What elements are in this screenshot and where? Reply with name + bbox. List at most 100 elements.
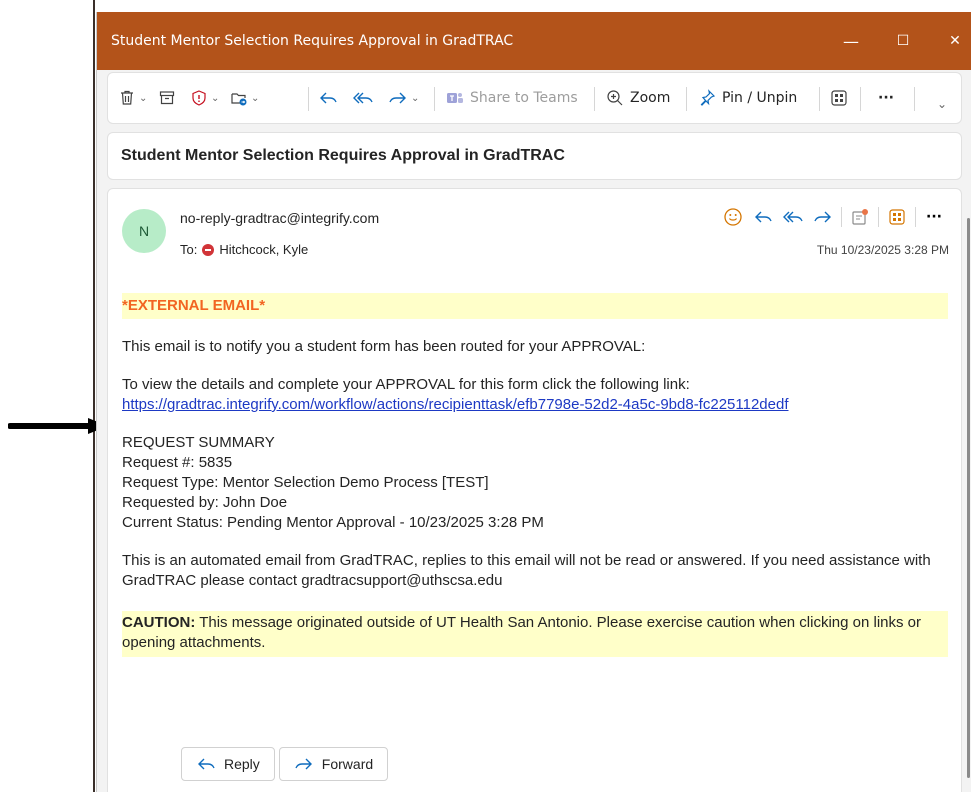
reply-icon [198,758,215,770]
minimize-button[interactable]: — [838,28,864,54]
message-card: N no-reply-gradtrac@integrify.com To: Hi… [107,188,962,792]
external-email-banner: *EXTERNAL EMAIL* [122,293,948,319]
chevron-down-icon: ⌄ [411,92,420,104]
forward-icon [295,758,312,770]
zoom-in-icon [607,90,623,106]
avatar[interactable]: N [122,209,166,253]
subject-header: Student Mentor Selection Requires Approv… [107,132,962,180]
chevron-down-icon: ⌄ [211,92,220,104]
recipient-line: To: Hitchcock, Kyle [180,242,308,257]
message-body: *EXTERNAL EMAIL* This email is to notify… [122,293,948,657]
current-status: Current Status: Pending Mentor Approval … [122,514,544,531]
window-title: Student Mentor Selection Requires Approv… [111,33,514,49]
scrollbar-thumb[interactable] [967,218,970,778]
forward-toolbar-button[interactable]: ⌄ [388,85,419,111]
maximize-button[interactable]: ☐ [890,28,916,54]
chevron-down-icon: ⌄ [251,92,260,104]
separator [594,87,595,111]
separator [686,87,687,111]
apps-button[interactable] [830,85,848,111]
folder-move-icon [231,93,247,106]
separator [819,87,820,111]
forward-message-button[interactable] [808,203,838,231]
delete-button[interactable]: ⌄ [118,85,147,111]
shield-icon [192,90,206,106]
message-actions: ··· [718,203,949,231]
background-edge [93,0,95,792]
pin-label: Pin / Unpin [722,90,798,106]
request-summary: REQUEST SUMMARY Request #: 5835 Request … [122,433,948,533]
request-number: Request #: 5835 [122,454,233,471]
window-open-icon [852,209,868,225]
forward-icon [814,211,831,223]
forward-button[interactable]: Forward [278,747,389,781]
received-timestamp: Thu 10/23/2025 3:28 PM [816,243,949,257]
reply-all-icon [353,92,373,104]
forward-icon [389,92,406,104]
archive-icon [159,91,175,105]
reply-toolbar-button[interactable] [318,85,338,111]
email-subject: Student Mentor Selection Requires Approv… [121,147,565,164]
separator [434,87,435,111]
reply-all-icon [783,211,803,223]
reply-icon [755,211,772,223]
open-in-new-window-button[interactable] [845,203,875,231]
ribbon-toolbar: ⌄ ⌄ ⌄ ⌄ Share to Teams Zoom Pin / Unpin … [107,72,962,124]
forward-label: Forward [321,756,374,772]
approval-link[interactable]: https://gradtrac.integrify.com/workflow/… [122,396,789,413]
pointer-arrow-icon [8,418,108,434]
sender-address[interactable]: no-reply-gradtrac@integrify.com [180,210,379,226]
message-more-button[interactable]: ··· [919,203,949,231]
requested-by: Requested by: John Doe [122,494,288,511]
separator [915,207,916,227]
pin-icon [700,89,716,106]
move-button[interactable]: ⌄ [230,85,259,111]
separator [914,87,915,111]
chevron-down-icon: ⌄ [937,97,948,111]
view-details-text: To view the details and complete your AP… [122,376,690,393]
reply-icon [320,92,337,104]
pin-button[interactable]: Pin / Unpin [698,85,797,111]
request-type: Request Type: Mentor Selection Demo Proc… [122,474,489,491]
separator [308,87,309,111]
more-options-button[interactable]: ··· [878,85,894,111]
share-to-teams-button[interactable]: Share to Teams [446,85,578,111]
close-button[interactable]: ✕ [942,28,968,54]
separator [878,207,879,227]
intro-text: This email is to notify you a student fo… [122,338,646,355]
screen: Student Mentor Selection Requires Approv… [0,0,971,792]
apps-icon [831,90,847,106]
title-bar: Student Mentor Selection Requires Approv… [97,12,971,70]
background-strip [0,0,96,792]
archive-button[interactable] [158,85,176,111]
separator [860,87,861,111]
chevron-down-icon: ⌄ [139,92,148,104]
apps-icon [889,209,905,225]
teams-icon [447,93,463,103]
to-label: To: [180,242,198,257]
caution-text: This message originated outside of UT He… [122,614,922,651]
zoom-button[interactable]: Zoom [606,85,670,111]
separator [841,207,842,227]
apps-message-button[interactable] [882,203,912,231]
trash-icon [121,90,133,105]
automated-note: This is an automated email from GradTRAC… [122,552,931,589]
presence-busy-icon [202,243,215,256]
scrollbar[interactable] [965,188,971,792]
smiley-icon [724,208,742,226]
reply-all-message-button[interactable] [778,203,808,231]
reply-all-toolbar-button[interactable] [352,85,374,111]
zoom-label: Zoom [630,90,671,106]
caution-banner: CAUTION: This message originated outside… [122,611,948,657]
expand-ribbon-button[interactable]: ⌄ [934,91,947,117]
summary-heading: REQUEST SUMMARY [122,434,275,451]
recipient-name[interactable]: Hitchcock, Kyle [219,242,308,257]
reply-actions: Reply Forward [181,747,389,781]
reply-button[interactable]: Reply [181,747,275,781]
reaction-button[interactable] [718,203,748,231]
reply-message-button[interactable] [748,203,778,231]
email-window: Student Mentor Selection Requires Approv… [96,12,971,792]
external-email-label: *EXTERNAL EMAIL* [122,297,266,314]
reply-label: Reply [224,756,260,772]
report-button[interactable]: ⌄ [190,85,219,111]
